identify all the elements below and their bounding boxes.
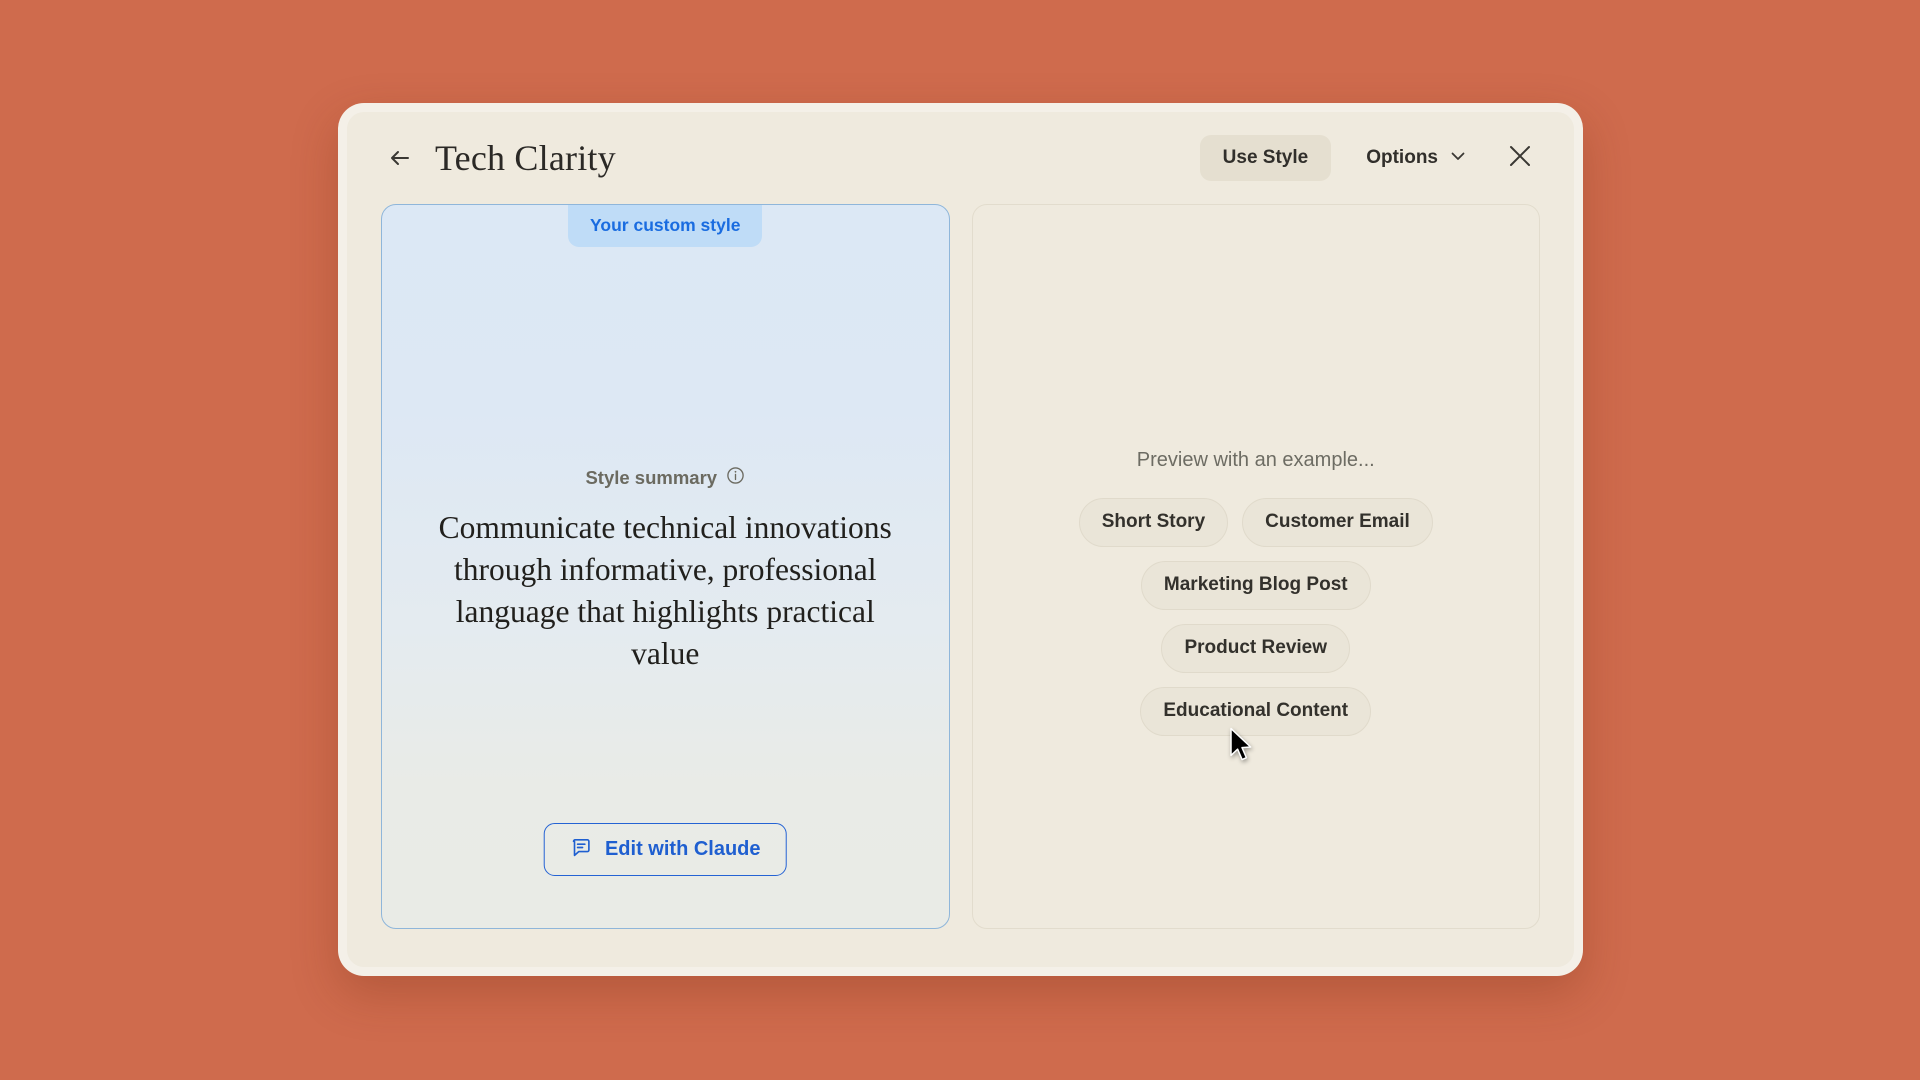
example-chip-product-review[interactable]: Product Review (1161, 624, 1351, 673)
style-detail-window: Tech Clarity Use Style Options Your cust… (338, 103, 1583, 976)
panels-container: Your custom style Style summary Communic… (381, 204, 1540, 929)
style-summary-text: Communicate technical innovations throug… (438, 509, 892, 672)
chevron-down-icon (1449, 147, 1467, 170)
style-summary-panel: Your custom style Style summary Communic… (381, 204, 950, 929)
close-icon (1506, 142, 1534, 175)
edit-with-claude-button[interactable]: Edit with Claude (543, 823, 787, 876)
style-summary-header: Style summary (585, 466, 745, 490)
example-chip-marketing-blog-post[interactable]: Marketing Blog Post (1140, 561, 1371, 610)
preview-heading: Preview with an example... (1136, 449, 1375, 471)
example-chip-short-story[interactable]: Short Story (1078, 498, 1229, 547)
options-label: Options (1366, 147, 1438, 168)
example-chip-list: Short Story Customer Email Marketing Blo… (1041, 498, 1471, 736)
arrow-left-icon (385, 143, 415, 173)
info-icon[interactable] (726, 466, 745, 490)
edit-with-claude-label: Edit with Claude (604, 837, 761, 860)
example-chip-customer-email[interactable]: Customer Email (1242, 498, 1433, 547)
back-button[interactable] (381, 139, 419, 177)
preview-panel: Preview with an example... Short Story C… (971, 204, 1540, 929)
use-style-button[interactable]: Use Style (1199, 135, 1332, 181)
example-chip-educational-content[interactable]: Educational Content (1140, 687, 1372, 736)
style-summary-content: Style summary Communicate technical inno… (382, 213, 949, 928)
window-header: Tech Clarity Use Style Options (347, 112, 1574, 204)
page-title: Tech Clarity (435, 138, 616, 178)
close-button[interactable] (1502, 140, 1538, 176)
style-summary-label: Style summary (585, 466, 718, 488)
chat-bubble-icon (570, 836, 593, 862)
options-button[interactable]: Options (1364, 141, 1469, 176)
